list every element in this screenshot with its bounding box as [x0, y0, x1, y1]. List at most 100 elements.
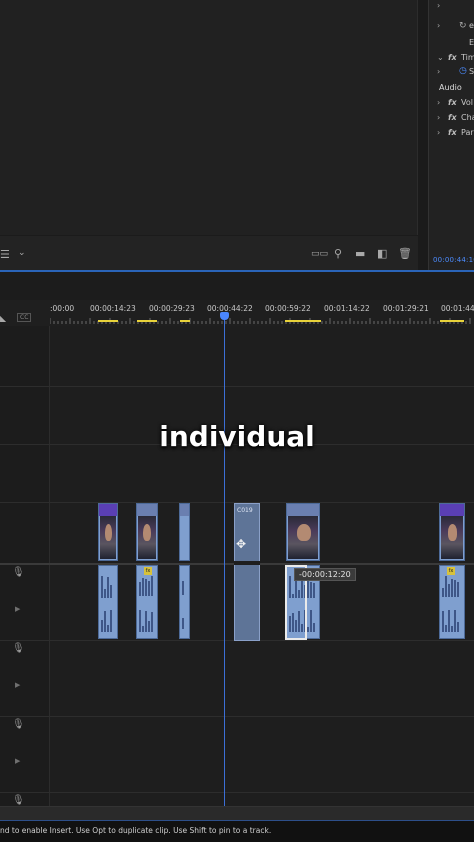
microphone-icon[interactable]: 🎙 [12, 567, 25, 579]
reset-icon[interactable]: ↻ [459, 21, 467, 32]
waveform-bar [104, 611, 106, 632]
drag-offset-tooltip: -00:00:12:20 [294, 568, 356, 581]
ruler-timecode: :00:00 [50, 304, 75, 313]
waveform-bar [107, 577, 109, 598]
waveform [139, 610, 155, 634]
effect-row-channel[interactable]: › fx Cha [429, 112, 474, 126]
waveform-bar [101, 576, 103, 598]
fx-badge-icon: fx [144, 567, 152, 575]
video-clip[interactable] [136, 503, 158, 561]
waveform-bar [307, 579, 309, 598]
waveform-bar [313, 623, 315, 632]
clip-header [137, 504, 157, 516]
drag-cursor-icon: ✥ [236, 537, 247, 551]
video-clip[interactable] [98, 503, 118, 561]
ruler-timecode: 00:00:59:22 [265, 304, 311, 313]
timeline-header-area [0, 272, 474, 300]
waveform [182, 610, 187, 634]
stopwatch-icon[interactable]: ◷ [459, 66, 467, 77]
effect-row-time-remapping[interactable]: ⌄ fx Tim [429, 52, 474, 66]
track-divider [0, 716, 474, 717]
work-marker [440, 320, 464, 322]
list-icon[interactable]: ☰ [0, 249, 10, 260]
snap-icon[interactable]: ◣ [0, 313, 6, 324]
waveform-bar [457, 582, 459, 597]
search-icon[interactable]: ⚲ [334, 248, 342, 259]
folder-icon[interactable]: ▬ [355, 248, 365, 259]
waveform-bar [307, 627, 309, 632]
waveform-bar [454, 610, 456, 632]
waveform-bar [107, 625, 109, 632]
work-marker [285, 320, 321, 322]
chevron-down-icon[interactable]: ⌄ [18, 248, 26, 259]
track-divider [0, 792, 474, 793]
effect-row[interactable]: E [429, 37, 474, 51]
ruler-timecode: 00:00:14:23 [90, 304, 136, 313]
waveform-bar [139, 610, 141, 632]
effect-row-speed[interactable]: › ◷ S [429, 66, 474, 80]
clip-name: C019 [237, 507, 253, 514]
effect-row[interactable]: › ↻ e [429, 20, 474, 34]
video-caption: individual [159, 420, 315, 453]
new-item-icon[interactable]: ◧ [377, 248, 387, 259]
waveform-bar [110, 610, 112, 632]
work-marker [98, 320, 118, 322]
waveform [101, 576, 115, 600]
video-clip[interactable] [439, 503, 465, 561]
clip-header [180, 504, 189, 516]
effect-row-volume[interactable]: › fx Vol [429, 97, 474, 111]
video-clip-selected[interactable] [286, 503, 320, 561]
playhead-handle[interactable] [220, 312, 229, 320]
track-expand-icon[interactable]: ▶ [15, 757, 20, 765]
microphone-icon[interactable]: 🎙 [12, 719, 25, 731]
waveform-bar [442, 611, 444, 632]
work-marker [180, 320, 190, 322]
ruler-timecode: 00:01:14:22 [324, 304, 370, 313]
track-expand-icon[interactable]: ▶ [15, 605, 20, 613]
video-clip[interactable] [179, 503, 190, 561]
waveform-bar [139, 582, 141, 596]
waveform-bar [145, 579, 147, 596]
waveform-bar [142, 578, 144, 596]
playhead-line[interactable] [224, 316, 225, 806]
effect-row[interactable]: › [429, 0, 474, 14]
waveform-bar [148, 621, 150, 632]
microphone-icon[interactable]: 🎙 [12, 643, 25, 655]
audio-clip[interactable] [439, 565, 465, 639]
waveform-bar [145, 611, 147, 632]
ruler-ticks [50, 318, 471, 324]
waveform-bar [310, 610, 312, 632]
waveform-bar [448, 610, 450, 632]
trash-icon[interactable]: 🗑 [398, 248, 412, 259]
waveform [442, 610, 462, 634]
program-monitor [0, 0, 418, 235]
clip-thumbnail [441, 516, 463, 559]
effect-controls-panel: › › ↻ e E ⌄ fx Tim › ◷ S Audio › fx Vol … [428, 0, 474, 270]
fx-badge-icon: fx [447, 567, 455, 575]
program-toolbar: ☰ ⌄ ▭▭ ⚲ ▬ ◧ 🗑 [0, 236, 418, 270]
waveform-bar [151, 612, 153, 632]
status-bar: nd to enable Insert. Use Opt to duplicat… [0, 820, 474, 842]
waveform [139, 576, 155, 600]
timeline-scrollbar[interactable] [0, 806, 474, 820]
waveform-bar [148, 581, 150, 596]
clip-gap [234, 561, 260, 565]
effect-row-panner[interactable]: › fx Par [429, 127, 474, 141]
waveform-bar [110, 585, 112, 598]
waveform-bar [104, 589, 106, 598]
waveform-bar [445, 625, 447, 632]
clip-header [287, 504, 319, 516]
work-marker [137, 320, 157, 322]
waveform-bar [101, 620, 103, 632]
waveform-bar [142, 626, 144, 632]
audio-clip[interactable] [136, 565, 158, 639]
dragged-clip[interactable]: C019 [234, 503, 260, 641]
bins-icon[interactable]: ▭▭ [311, 249, 328, 260]
waveform-bar [451, 626, 453, 632]
effect-controls-timecode[interactable]: 00:00:44:10 [433, 256, 474, 264]
audio-clip[interactable] [98, 565, 118, 639]
audio-clip[interactable] [179, 565, 190, 639]
cc-button[interactable]: CC [17, 313, 32, 322]
waveform-bar [182, 618, 184, 629]
track-expand-icon[interactable]: ▶ [15, 681, 20, 689]
